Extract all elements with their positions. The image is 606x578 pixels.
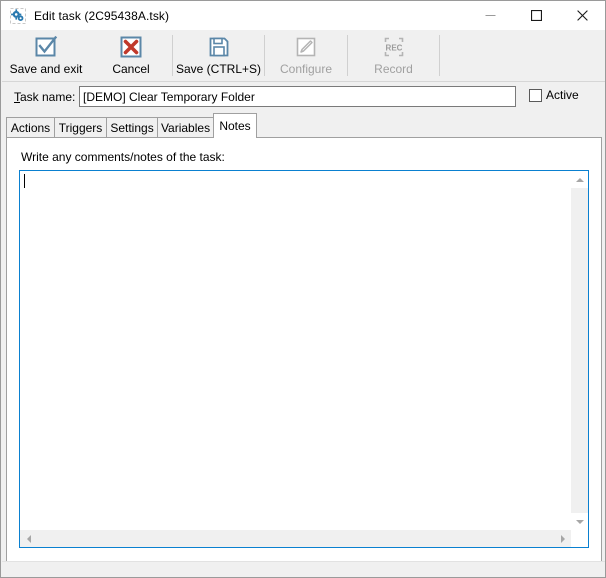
active-checkbox-group[interactable]: Active	[529, 88, 579, 102]
scroll-down-button[interactable]	[571, 513, 588, 530]
vertical-scrollbar[interactable]	[570, 171, 588, 530]
vertical-scroll-track[interactable]	[571, 188, 588, 513]
toolbar-separator	[439, 35, 440, 76]
tab-strip: Actions Triggers Settings Variables Note…	[6, 113, 602, 138]
horizontal-scrollbar[interactable]	[20, 530, 571, 547]
save-label: Save (CTRL+S)	[175, 62, 262, 76]
task-name-label-rest: ask name:	[20, 90, 76, 104]
record-label: Record	[374, 62, 413, 76]
toolbar-separator	[172, 35, 173, 76]
notes-tab-panel: Write any comments/notes of the task:	[6, 137, 602, 562]
pencil-icon	[293, 34, 319, 60]
cancel-button[interactable]: Cancel	[90, 30, 172, 81]
toolbar-separator	[264, 35, 265, 76]
title-bar: Edit task (2C95438A.tsk)	[1, 1, 605, 30]
configure-label: Configure	[279, 62, 333, 76]
close-button[interactable]	[559, 1, 605, 30]
record-button[interactable]: REC Record	[348, 30, 439, 81]
svg-text:REC: REC	[385, 43, 402, 52]
minimize-button[interactable]	[467, 1, 513, 30]
maximize-button[interactable]	[513, 1, 559, 30]
active-label: Active	[546, 88, 579, 102]
save-button[interactable]: Save (CTRL+S)	[173, 30, 264, 81]
notes-prompt: Write any comments/notes of the task:	[21, 150, 225, 164]
chevron-up-icon	[575, 177, 584, 182]
scroll-up-button[interactable]	[571, 171, 588, 188]
task-name-input[interactable]	[79, 86, 516, 107]
text-caret	[24, 174, 25, 188]
notes-textarea[interactable]	[20, 171, 571, 530]
chevron-down-icon	[575, 519, 584, 524]
scroll-right-button[interactable]	[554, 530, 571, 547]
scroll-left-button[interactable]	[20, 530, 37, 547]
task-name-label: Task name:	[14, 90, 75, 104]
tab-settings[interactable]: Settings	[106, 117, 158, 138]
checkbox-check-icon	[33, 34, 59, 60]
red-cross-icon	[118, 34, 144, 60]
tab-settings-label: Settings	[110, 121, 154, 135]
floppy-disk-icon	[206, 34, 232, 60]
window-controls	[467, 1, 605, 30]
edit-task-window: Edit task (2C95438A.tsk) Save and exit C…	[0, 0, 606, 578]
save-and-exit-label: Save and exit	[9, 62, 83, 76]
gears-icon	[10, 7, 26, 24]
active-checkbox[interactable]	[529, 88, 542, 102]
tab-triggers[interactable]: Triggers	[54, 117, 107, 138]
chevron-left-icon	[26, 534, 31, 543]
tab-notes-label: Notes	[219, 119, 251, 133]
toolbar-separator	[347, 35, 348, 76]
tab-actions-label: Actions	[10, 121, 51, 135]
status-bar	[2, 561, 605, 577]
save-and-exit-button[interactable]: Save and exit	[2, 30, 90, 81]
cancel-label: Cancel	[112, 62, 150, 76]
task-name-row: Task name: Active	[2, 82, 605, 113]
window-title: Edit task (2C95438A.tsk)	[34, 8, 170, 23]
tab-notes[interactable]: Notes	[213, 113, 257, 138]
tab-actions[interactable]: Actions	[6, 117, 55, 138]
rec-icon: REC	[381, 34, 407, 60]
configure-button[interactable]: Configure	[265, 30, 347, 81]
tab-variables-label: Variables	[160, 121, 211, 135]
tab-triggers-label: Triggers	[58, 121, 103, 135]
chevron-right-icon	[560, 534, 565, 543]
toolbar: Save and exit Cancel Save (CTRL+S) Confi…	[2, 30, 605, 82]
scrollbar-corner	[571, 530, 588, 547]
tab-variables[interactable]: Variables	[157, 117, 214, 138]
notes-editor[interactable]	[19, 170, 589, 548]
